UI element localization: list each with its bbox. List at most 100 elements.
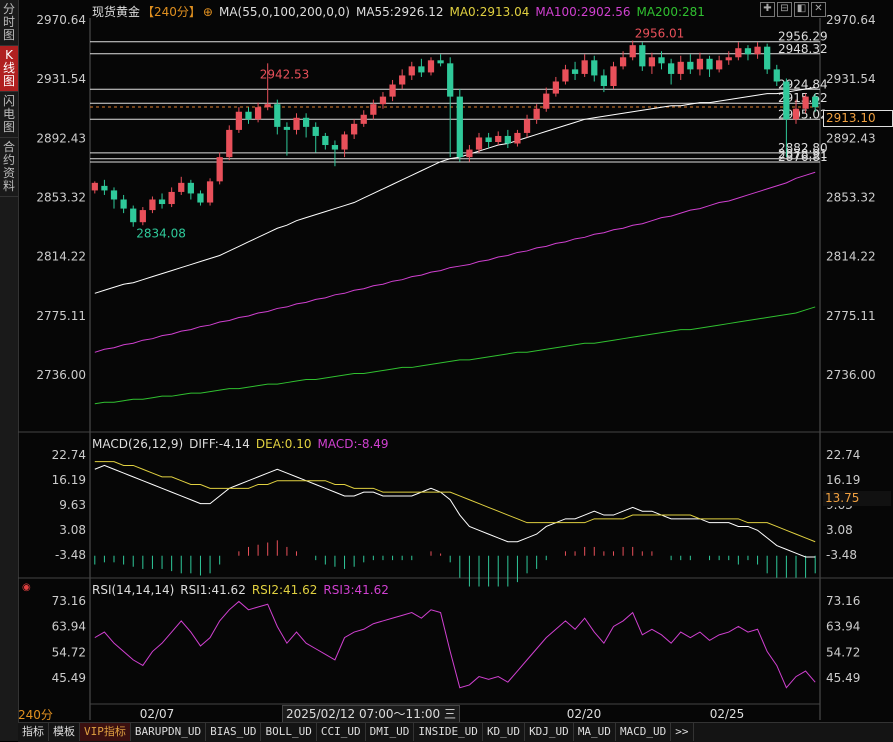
- rsi-title: RSI(14,14,14): [92, 583, 175, 597]
- date-tick: 02/25: [710, 707, 745, 721]
- date-tick: 02/07: [140, 707, 175, 721]
- rsi-tick-right: 73.16: [826, 594, 860, 608]
- tab-barupdn[interactable]: BARUPDN_UD: [131, 723, 207, 741]
- candle-body: [197, 193, 204, 203]
- macd-current-tag: 13.75: [823, 491, 891, 506]
- candle-body: [725, 57, 732, 61]
- candle-body: [658, 57, 665, 64]
- tab-inside[interactable]: INSIDE_UD: [414, 723, 483, 741]
- candle-body: [667, 63, 675, 74]
- candle-body: [764, 46, 771, 70]
- tab-dmi[interactable]: DMI_UD: [366, 723, 415, 741]
- candle-body: [235, 111, 243, 130]
- macd-legend: MACD(26,12,9) DIFF:-4.14 DEA:0.10 MACD:-8.4…: [92, 437, 395, 451]
- macd-tick-right: -3.48: [826, 548, 857, 562]
- candle-body: [139, 210, 146, 223]
- low-price-label: 2834.08: [136, 227, 186, 241]
- macd-value: MACD:-8.49: [317, 437, 389, 451]
- candle-body: [677, 61, 684, 74]
- price-tick-right: 2775.11: [826, 309, 876, 323]
- candle-body: [302, 117, 310, 127]
- date-tick: 02/20: [567, 707, 602, 721]
- candle-body: [802, 96, 809, 109]
- rsi-legend: RSI(14,14,14) RSI1:41.62 RSI2:41.62 RSI3:41…: [92, 583, 395, 597]
- candle-body: [168, 191, 175, 205]
- tab-vip-indicator[interactable]: VIP指标: [80, 723, 131, 741]
- candle-body: [226, 129, 233, 158]
- candle-body: [264, 104, 271, 108]
- chart-canvas[interactable]: 2970.64 2970.64 2931.54 2931.54 2892.43 2892.…: [0, 0, 893, 741]
- rsi-tick-left: 73.16: [52, 594, 86, 608]
- pane-dot-icon[interactable]: ◉: [22, 582, 31, 593]
- high-price-label: 2956.01: [635, 27, 685, 41]
- candle-body: [648, 57, 656, 67]
- candle-body: [543, 93, 550, 109]
- candle-body: [427, 60, 435, 73]
- rsi3-value: RSI3:41.62: [323, 583, 389, 597]
- candle-body: [322, 135, 329, 146]
- tab-ma[interactable]: MA_UD: [574, 723, 616, 741]
- candle-body: [523, 119, 531, 133]
- swing-high-label: 2942.53: [260, 67, 310, 81]
- candle-body: [149, 199, 156, 211]
- price-tick-right: 2736.00: [826, 368, 876, 382]
- macd-tick-left: 3.08: [59, 523, 86, 537]
- tab-cci[interactable]: CCI_UD: [317, 723, 366, 741]
- price-tick-left: 2853.32: [36, 191, 86, 205]
- candle-body: [504, 135, 511, 144]
- candle-body: [245, 111, 252, 120]
- candle-body: [120, 199, 127, 209]
- current-price-tag: 2913.10: [823, 110, 893, 127]
- candle-body: [437, 60, 444, 64]
- candle-body: [351, 123, 358, 135]
- candle-body: [293, 117, 300, 130]
- candle-body: [466, 149, 473, 158]
- rsi1-value: RSI1:41.62: [180, 583, 246, 597]
- rsi-line: [94, 600, 816, 689]
- tab-macd[interactable]: MACD_UD: [616, 723, 672, 741]
- candle-body: [110, 190, 118, 200]
- candle-body: [773, 69, 780, 82]
- candle-body: [312, 126, 319, 136]
- candle-body: [552, 81, 559, 94]
- tab-template[interactable]: 模板: [49, 723, 80, 741]
- candle-body: [130, 208, 137, 223]
- candle-body: [812, 96, 819, 108]
- rsi2-value: RSI2:41.62: [251, 583, 318, 597]
- candle-body: [341, 134, 348, 150]
- candle-body: [696, 58, 704, 70]
- candle-body: [783, 81, 790, 120]
- candle-body: [370, 104, 377, 115]
- time-tooltip: 2025/02/12 07:00～11:00 三: [282, 705, 460, 723]
- rsi-tick-right: 54.72: [826, 645, 860, 659]
- candle-body: [581, 60, 588, 74]
- price-tick-left: 2892.43: [36, 131, 86, 145]
- macd-tick-left: 16.19: [52, 473, 86, 487]
- ma55-line: [94, 87, 816, 294]
- macd-tick-left: -3.48: [55, 548, 86, 562]
- candle-body: [744, 48, 752, 55]
- tab-kdj[interactable]: KDJ_UD: [525, 723, 574, 741]
- macd-dea: DEA:0.10: [255, 437, 312, 451]
- tab-boll[interactable]: BOLL_UD: [261, 723, 317, 741]
- macd-tick-left: 22.74: [52, 448, 86, 462]
- candle-body: [101, 185, 108, 191]
- candle-body: [456, 96, 463, 158]
- macd-tick-right: 16.19: [826, 473, 860, 487]
- candle-body: [687, 61, 694, 70]
- candle-body: [331, 145, 339, 150]
- level-label: 2948.32: [778, 42, 828, 56]
- macd-dea-line: [94, 461, 816, 543]
- candle-body: [360, 114, 367, 124]
- tab-bias[interactable]: BIAS_UD: [206, 723, 262, 741]
- candle-body: [216, 157, 223, 182]
- candle-body: [533, 108, 540, 120]
- more-tabs-button[interactable]: >>: [671, 723, 694, 741]
- tab-kd[interactable]: KD_UD: [483, 723, 526, 741]
- tab-indicator[interactable]: 指标: [18, 723, 49, 741]
- candle-body: [418, 66, 425, 73]
- rsi-tick-right: 45.49: [826, 671, 860, 685]
- candle-body: [591, 60, 598, 76]
- period-indicator[interactable]: 240分: [18, 706, 53, 723]
- candle-body: [447, 63, 454, 97]
